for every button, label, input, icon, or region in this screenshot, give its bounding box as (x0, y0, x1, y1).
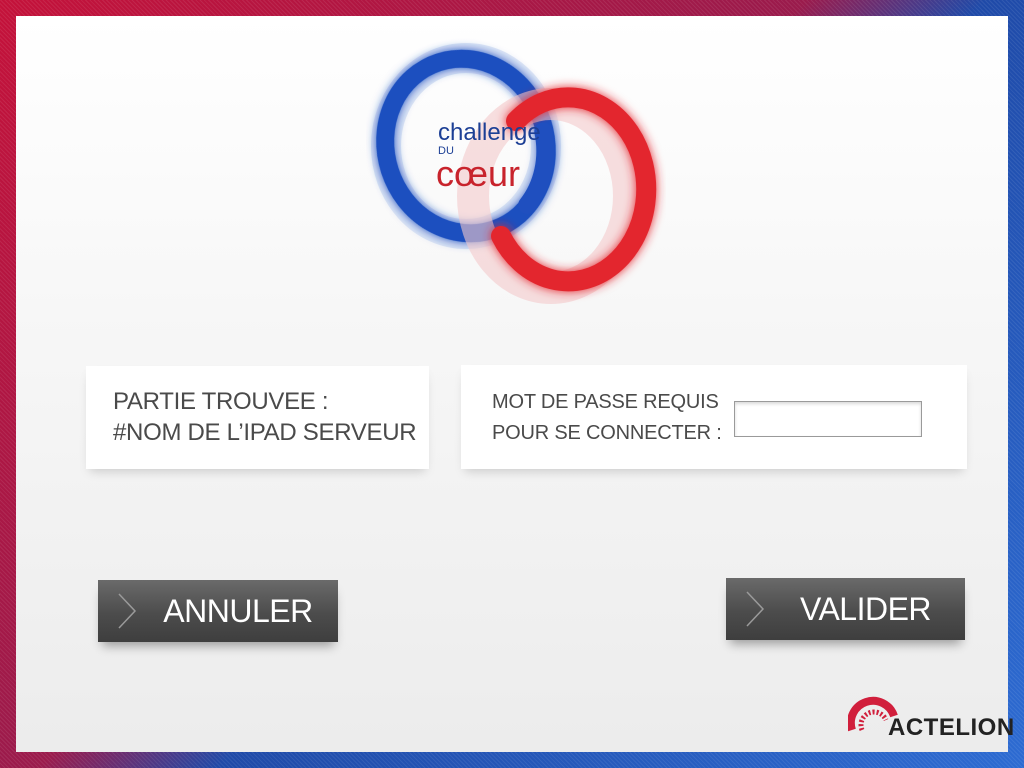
server-ipad-name: #NOM DE L’IPAD SERVEUR (113, 419, 417, 446)
game-found-card: PARTIE TROUVEE : #NOM DE L’IPAD SERVEUR (86, 366, 429, 469)
game-found-text: PARTIE TROUVEE : #NOM DE L’IPAD SERVEUR (113, 386, 417, 448)
cancel-button-label: ANNULER (163, 593, 313, 629)
password-prompt: MOT DE PASSE REQUIS POUR SE CONNECTER : (492, 387, 722, 449)
cancel-button[interactable]: ANNULER (98, 580, 338, 642)
password-input[interactable] (734, 401, 922, 437)
password-card: MOT DE PASSE REQUIS POUR SE CONNECTER : (461, 365, 967, 469)
logo-text-coeur: cœur (436, 153, 520, 194)
password-prompt-line2: POUR SE CONNECTER : (492, 422, 722, 444)
chevron-right-icon (118, 593, 137, 629)
validate-button[interactable]: VALIDER (726, 578, 965, 640)
logo-text-challenge: challenge (438, 119, 541, 146)
challenge-du-coeur-logo: challenge DU cœur (371, 43, 657, 304)
actelion-logo: ACTELION (848, 686, 1014, 746)
password-prompt-line1: MOT DE PASSE REQUIS (492, 391, 719, 413)
main-panel: challenge DU cœur PARTIE TROUVEE : #NOM … (16, 16, 1014, 752)
chevron-right-icon (746, 591, 765, 627)
validate-button-label: VALIDER (799, 591, 932, 627)
actelion-name: ACTELION (888, 714, 1015, 741)
game-found-label: PARTIE TROUVEE : (113, 388, 329, 415)
